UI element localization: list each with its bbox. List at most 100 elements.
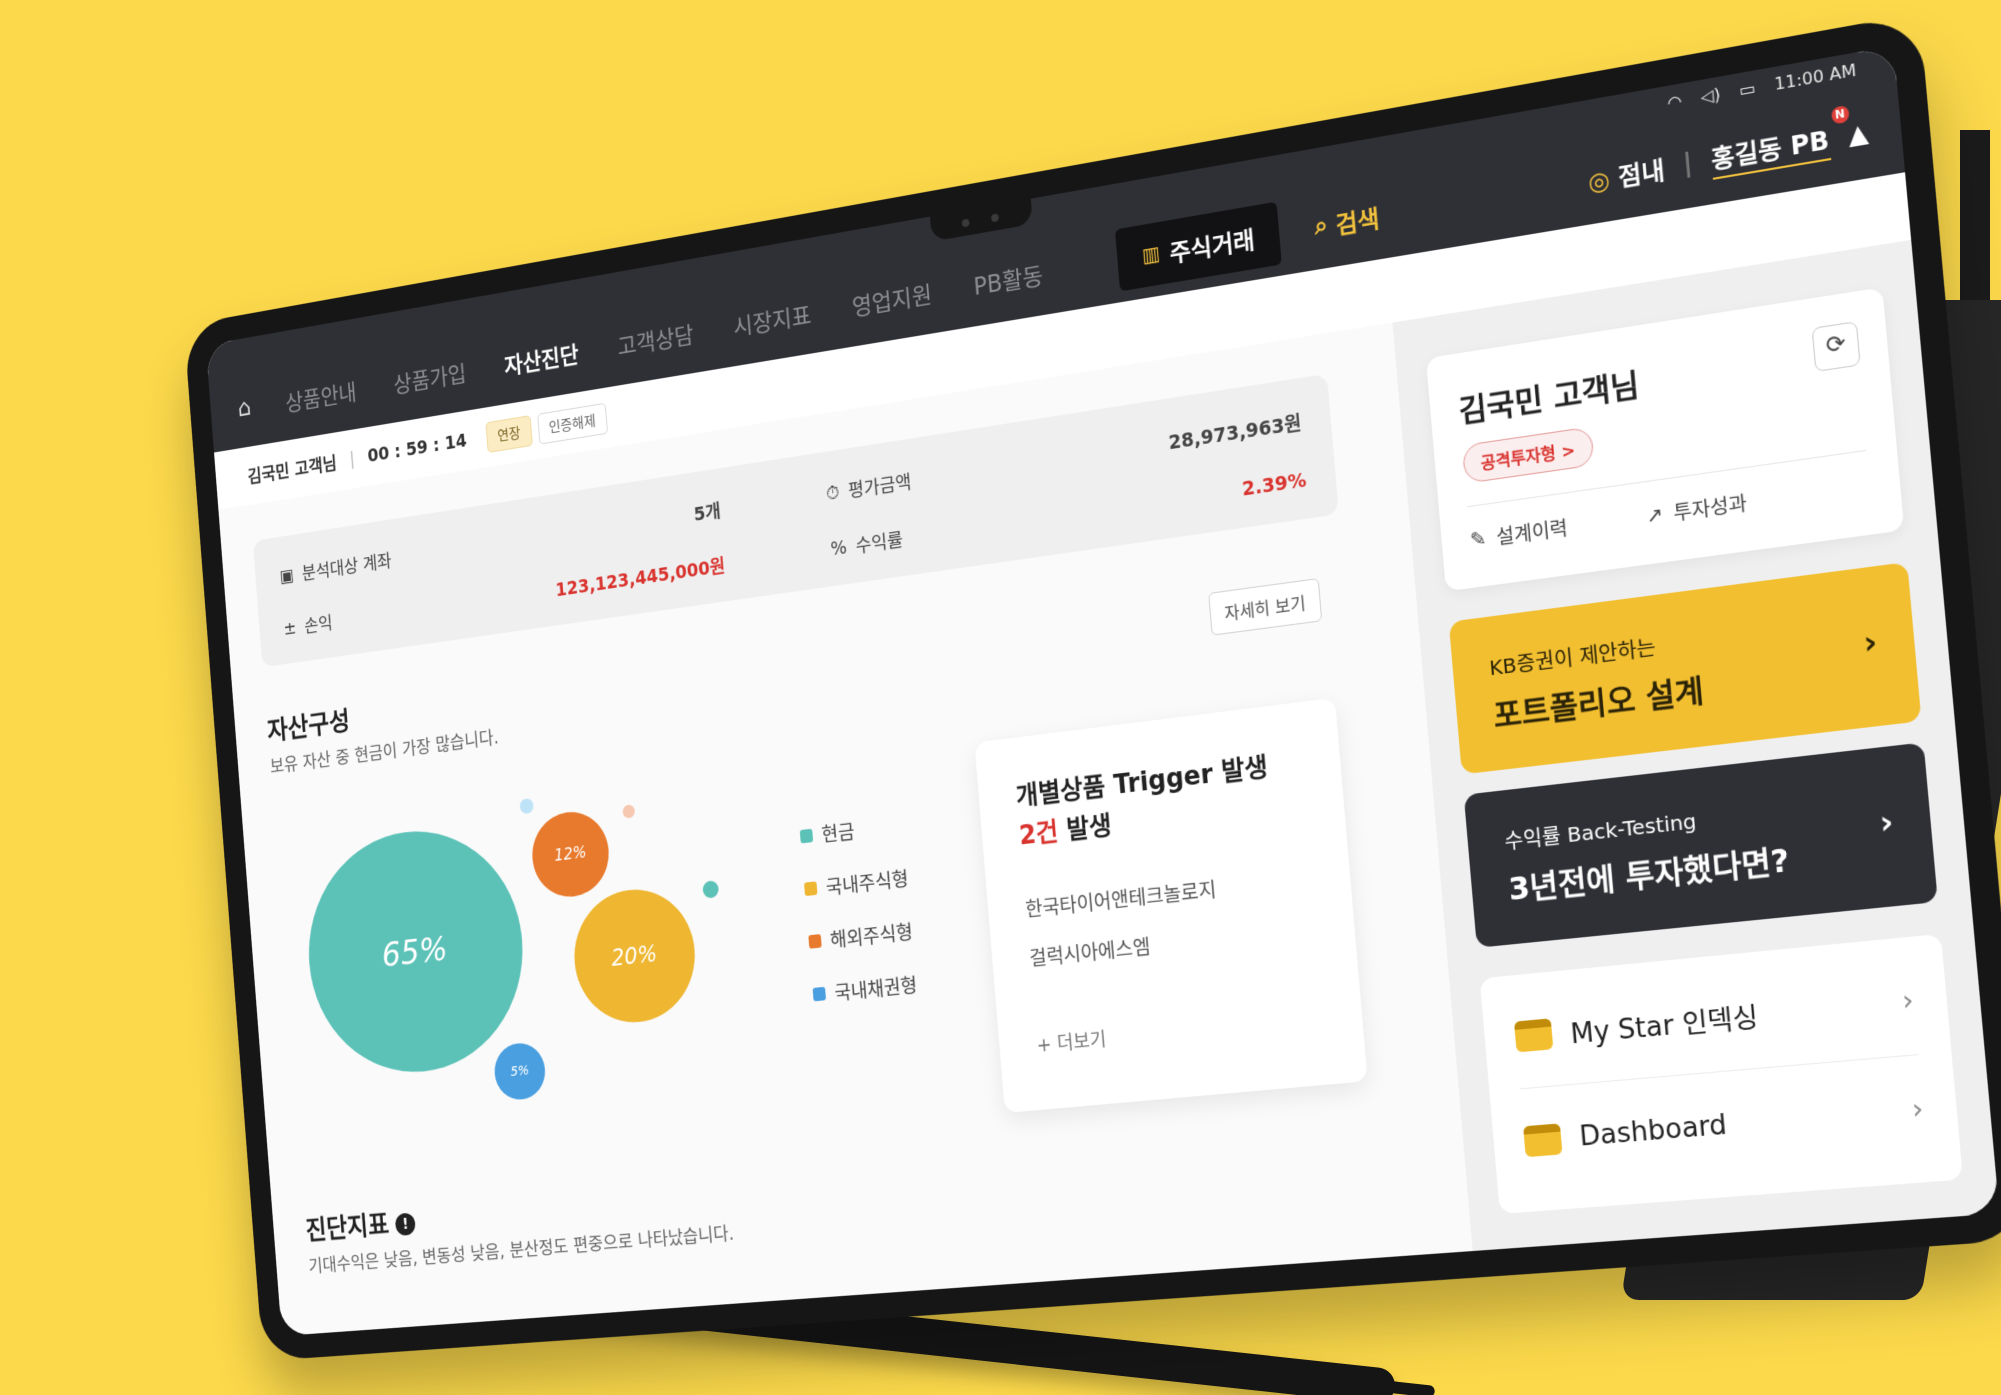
return-cell: % 수익률: [830, 499, 1088, 562]
branch-label: 점내: [1617, 155, 1666, 192]
nav-item-market[interactable]: 시장지표: [732, 295, 812, 341]
trigger-count-suffix: 발생: [1065, 811, 1113, 846]
chevron-right-icon: ›: [1910, 1093, 1925, 1127]
pnl-label: 손익: [303, 613, 334, 638]
percent-icon: %: [829, 536, 848, 560]
design-history-button[interactable]: ✎ 설계이력: [1469, 513, 1569, 554]
branch-button[interactable]: ◎ 점내: [1586, 149, 1666, 198]
legend-label: 해외주식형: [829, 920, 914, 953]
right-sidebar: 김국민 고객님 ⟳ 공격투자형 > ✎ 설계이력 ↗ 투자성과 KB증권이 제안하는…: [1392, 239, 2000, 1252]
search-icon: ⌕: [1313, 210, 1329, 241]
nav-item-asset-diagnosis[interactable]: 자산진단: [503, 335, 580, 380]
divider: |: [1681, 147, 1694, 179]
user-label: 홍길동 PB: [1709, 124, 1831, 175]
stopwatch-icon: ⏱: [825, 481, 841, 505]
search-label: 검색: [1334, 203, 1381, 240]
chevron-right-icon: ›: [1878, 803, 1895, 843]
bubble-domestic-bond: 5%: [492, 1040, 548, 1102]
release-auth-button[interactable]: 인증해제: [536, 402, 608, 445]
screen: ◠ ◁) ▭ 11:00 AM ⌂ 상품안내 상품가입 자산진단 고객상담 시장…: [205, 45, 2000, 1336]
performance-button[interactable]: ↗ 투자성과: [1645, 488, 1748, 530]
legend-swatch: [799, 828, 814, 844]
return-label: 수익률: [854, 529, 904, 558]
legend-swatch: [803, 880, 818, 896]
eval-cell: ⏱ 평가금액: [825, 442, 1083, 507]
pencil-icon: ✎: [1469, 526, 1488, 552]
search-button[interactable]: ⌕ 검색: [1313, 198, 1381, 244]
more-button[interactable]: + 더보기: [1036, 1025, 1108, 1058]
nav-item-product-info[interactable]: 상품안내: [284, 373, 358, 417]
portfolio-design-card[interactable]: KB증권이 제안하는 포트폴리오 설계 ›: [1448, 562, 1922, 775]
trigger-item[interactable]: 걸럭시아에스엠: [1028, 931, 1152, 972]
bubble-overseas-stock: 12%: [529, 807, 612, 901]
volume-icon: ◁): [1699, 83, 1722, 108]
nav-item-consulting[interactable]: 고객상담: [616, 316, 695, 362]
backtesting-card[interactable]: 수익률 Back-Testing 3년전에 투자했다면? ›: [1463, 742, 1938, 948]
stock-trade-button[interactable]: ▥ 주식거래: [1114, 201, 1283, 291]
tablet: ◠ ◁) ▭ 11:00 AM ⌂ 상품안내 상품가입 자산진단 고객상담 시장…: [183, 13, 2001, 1362]
diagnosis-title: 진단지표: [304, 1209, 391, 1247]
customer-profile-card: 김국민 고객님 ⟳ 공격투자형 > ✎ 설계이력 ↗ 투자성과: [1425, 287, 1905, 592]
stock-trade-label: 주식거래: [1168, 225, 1256, 268]
account-icon: ▣: [278, 564, 295, 587]
nav-item-product-join[interactable]: 상품가입: [392, 355, 467, 399]
legend-label: 국내주식형: [824, 867, 910, 900]
camera-lens-icon: [961, 218, 970, 228]
caret-up-icon[interactable]: ▲: [1847, 118, 1870, 151]
wifi-icon: ◠: [1666, 90, 1683, 113]
legend-swatch: [812, 986, 827, 1001]
decor-dot: [622, 804, 636, 819]
tablet-wrap: ◠ ◁) ▭ 11:00 AM ⌂ 상품안내 상품가입 자산진단 고객상담 시장…: [0, 0, 2001, 1395]
return-value: 2.39%: [1241, 468, 1308, 501]
investor-type-badge[interactable]: 공격투자형 >: [1461, 426, 1595, 484]
extend-button[interactable]: 연장: [485, 414, 533, 453]
info-icon[interactable]: !: [394, 1212, 417, 1237]
trigger-count: 2건: [1018, 817, 1060, 852]
battery-icon: ▭: [1738, 77, 1757, 101]
status-time: 11:00 AM: [1773, 59, 1857, 95]
customer-name: 김국민 고객님: [1457, 367, 1641, 431]
design-history-label: 설계이력: [1495, 517, 1569, 550]
legend-label: 국내채권형: [833, 973, 919, 1006]
trigger-card: 개별상품 Trigger 발생 2건 발생 한국타이어앤테크놀로지 걸럭시아에스…: [974, 697, 1368, 1114]
nav-item-pb-activity[interactable]: PB활동: [972, 256, 1045, 302]
pnl-value: 123,123,445,000원: [554, 555, 726, 601]
divider: |: [348, 448, 356, 470]
stage: ◠ ◁) ▭ 11:00 AM ⌂ 상품안내 상품가입 자산진단 고객상담 시장…: [0, 0, 2001, 1395]
trigger-title: 개별상품 Trigger 발생: [1014, 752, 1270, 813]
performance-label: 투자성과: [1672, 492, 1749, 526]
home-icon[interactable]: ⌂: [237, 388, 287, 423]
composition-legend: 현금 국내주식형 해외주식형 국내채권형: [799, 810, 920, 1033]
link-label: My Star 인덱싱: [1569, 1001, 1760, 1051]
eval-label: 평가금액: [847, 471, 913, 503]
accounts-value: 5개: [693, 500, 722, 526]
refresh-icon[interactable]: ⟳: [1811, 321, 1861, 373]
calculator-icon: ±: [282, 617, 298, 639]
legend-item: 국내주식형: [803, 863, 909, 903]
legend-label: 현금: [820, 819, 856, 847]
link-label: Dashboard: [1578, 1109, 1729, 1153]
chevron-right-icon: ›: [1900, 984, 1916, 1018]
pnl-cell: ± 손익: [283, 593, 447, 641]
diagnosis-title-row: 진단지표!: [304, 1202, 417, 1248]
quick-links: My Star 인덱싱 › Dashboard ›: [1479, 933, 1963, 1214]
chevron-right-icon: ›: [1861, 623, 1879, 663]
legend-item: 국내채권형: [812, 970, 918, 1009]
legend-item: 현금: [799, 810, 905, 850]
folder-icon: [1513, 1018, 1554, 1053]
trigger-count-line: 2건 발생: [1018, 805, 1113, 852]
user-menu[interactable]: 홍길동 PB N: [1709, 104, 1850, 180]
accounts-label: 분석대상 계좌: [301, 550, 393, 585]
legend-swatch: [808, 933, 822, 949]
trend-icon: ↗: [1645, 502, 1664, 528]
bubble-cash: 65%: [300, 819, 532, 1082]
trigger-item[interactable]: 한국타이어앤테크놀로지: [1024, 873, 1217, 922]
composition-title: 자산구성: [266, 705, 352, 747]
target-icon: ◎: [1587, 164, 1612, 197]
decor-dot: [519, 797, 534, 815]
nav-item-sales-support[interactable]: 영업지원: [851, 275, 933, 322]
eval-value: 28,973,963원: [1167, 412, 1303, 455]
chart-icon: ▥: [1141, 240, 1162, 268]
detail-view-button[interactable]: 자세히 보기: [1208, 578, 1322, 636]
decor-dot: [702, 880, 720, 899]
